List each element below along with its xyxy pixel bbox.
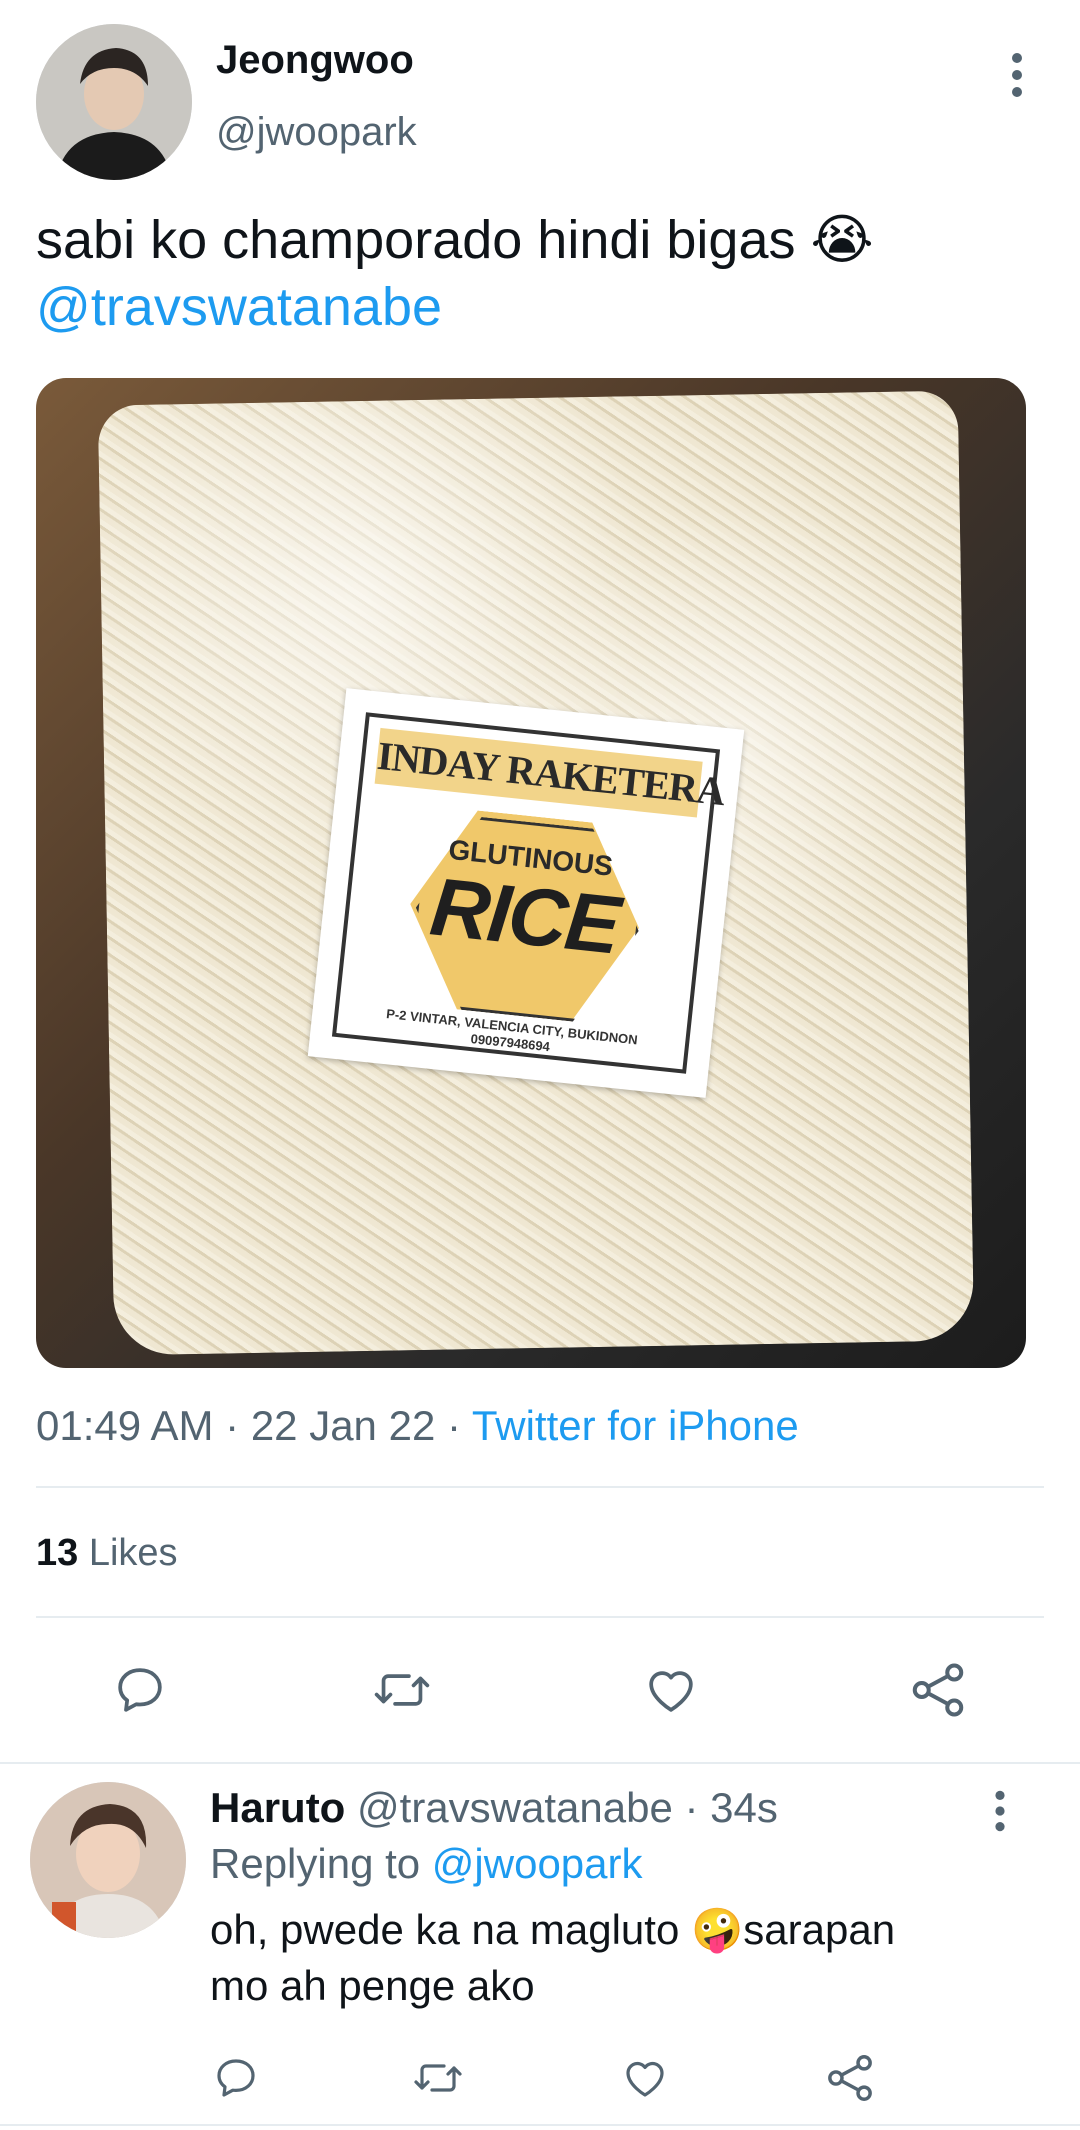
tweet-meta: 01:49 AM · 22 Jan 22 · Twitter for iPhon…	[36, 1402, 799, 1449]
reply-author-handle[interactable]: @travswatanabe	[357, 1784, 673, 1831]
divider	[36, 1486, 1044, 1488]
section-divider	[0, 1762, 1080, 1764]
retweet-icon[interactable]	[372, 1662, 432, 1718]
tweet-source[interactable]: Twitter for iPhone	[472, 1402, 799, 1449]
reply-like-icon[interactable]	[620, 2054, 670, 2102]
reply-reply-icon[interactable]	[212, 2054, 260, 2102]
like-icon[interactable]	[642, 1662, 700, 1718]
tweet-mention[interactable]: @travswatanabe	[36, 276, 442, 338]
reply-avatar[interactable]	[30, 1782, 186, 1938]
reply-text-line2: mo ah penge ako	[210, 1962, 535, 2009]
bottom-divider	[0, 2124, 1080, 2126]
author-avatar[interactable]	[36, 24, 192, 180]
reply-retweet-icon[interactable]	[412, 2054, 464, 2102]
more-vertical-icon[interactable]	[1000, 50, 1034, 100]
likes-stat[interactable]: 13 Likes	[36, 1532, 178, 1575]
reply-header: Haruto @travswatanabe · 34s	[210, 1784, 778, 1832]
reply-author-name[interactable]: Haruto	[210, 1784, 345, 1831]
reply-more-vertical-icon[interactable]	[984, 1788, 1016, 1834]
tweet-time: 01:49 AM	[36, 1402, 214, 1449]
likes-count: 13	[36, 1532, 79, 1574]
likes-label: Likes	[88, 1532, 178, 1574]
reply-share-icon[interactable]	[824, 2052, 876, 2104]
replying-to: Replying to @jwoopark	[210, 1840, 643, 1887]
author-name[interactable]: Jeongwoo	[216, 38, 414, 83]
replying-to-handle[interactable]: @jwoopark	[432, 1840, 643, 1887]
tweet-date: 22 Jan 22	[250, 1402, 436, 1449]
reply-icon[interactable]	[112, 1662, 168, 1718]
product-label: INDAY RAKETERA GLUTINOUS RICE P-2 VINTAR…	[307, 688, 745, 1098]
tweet-image[interactable]: INDAY RAKETERA GLUTINOUS RICE P-2 VINTAR…	[36, 378, 1026, 1368]
share-icon[interactable]	[908, 1660, 968, 1720]
reply-text-line1: oh, pwede ka na magluto 🤪sarapan	[210, 1906, 896, 1953]
tweet-text: sabi ko champorado hindi bigas 😭	[36, 210, 874, 270]
reply-time: · 34s	[684, 1784, 778, 1831]
author-handle[interactable]: @jwoopark	[216, 110, 417, 155]
divider	[36, 1616, 1044, 1618]
label-brand: INDAY RAKETERA	[374, 727, 727, 818]
